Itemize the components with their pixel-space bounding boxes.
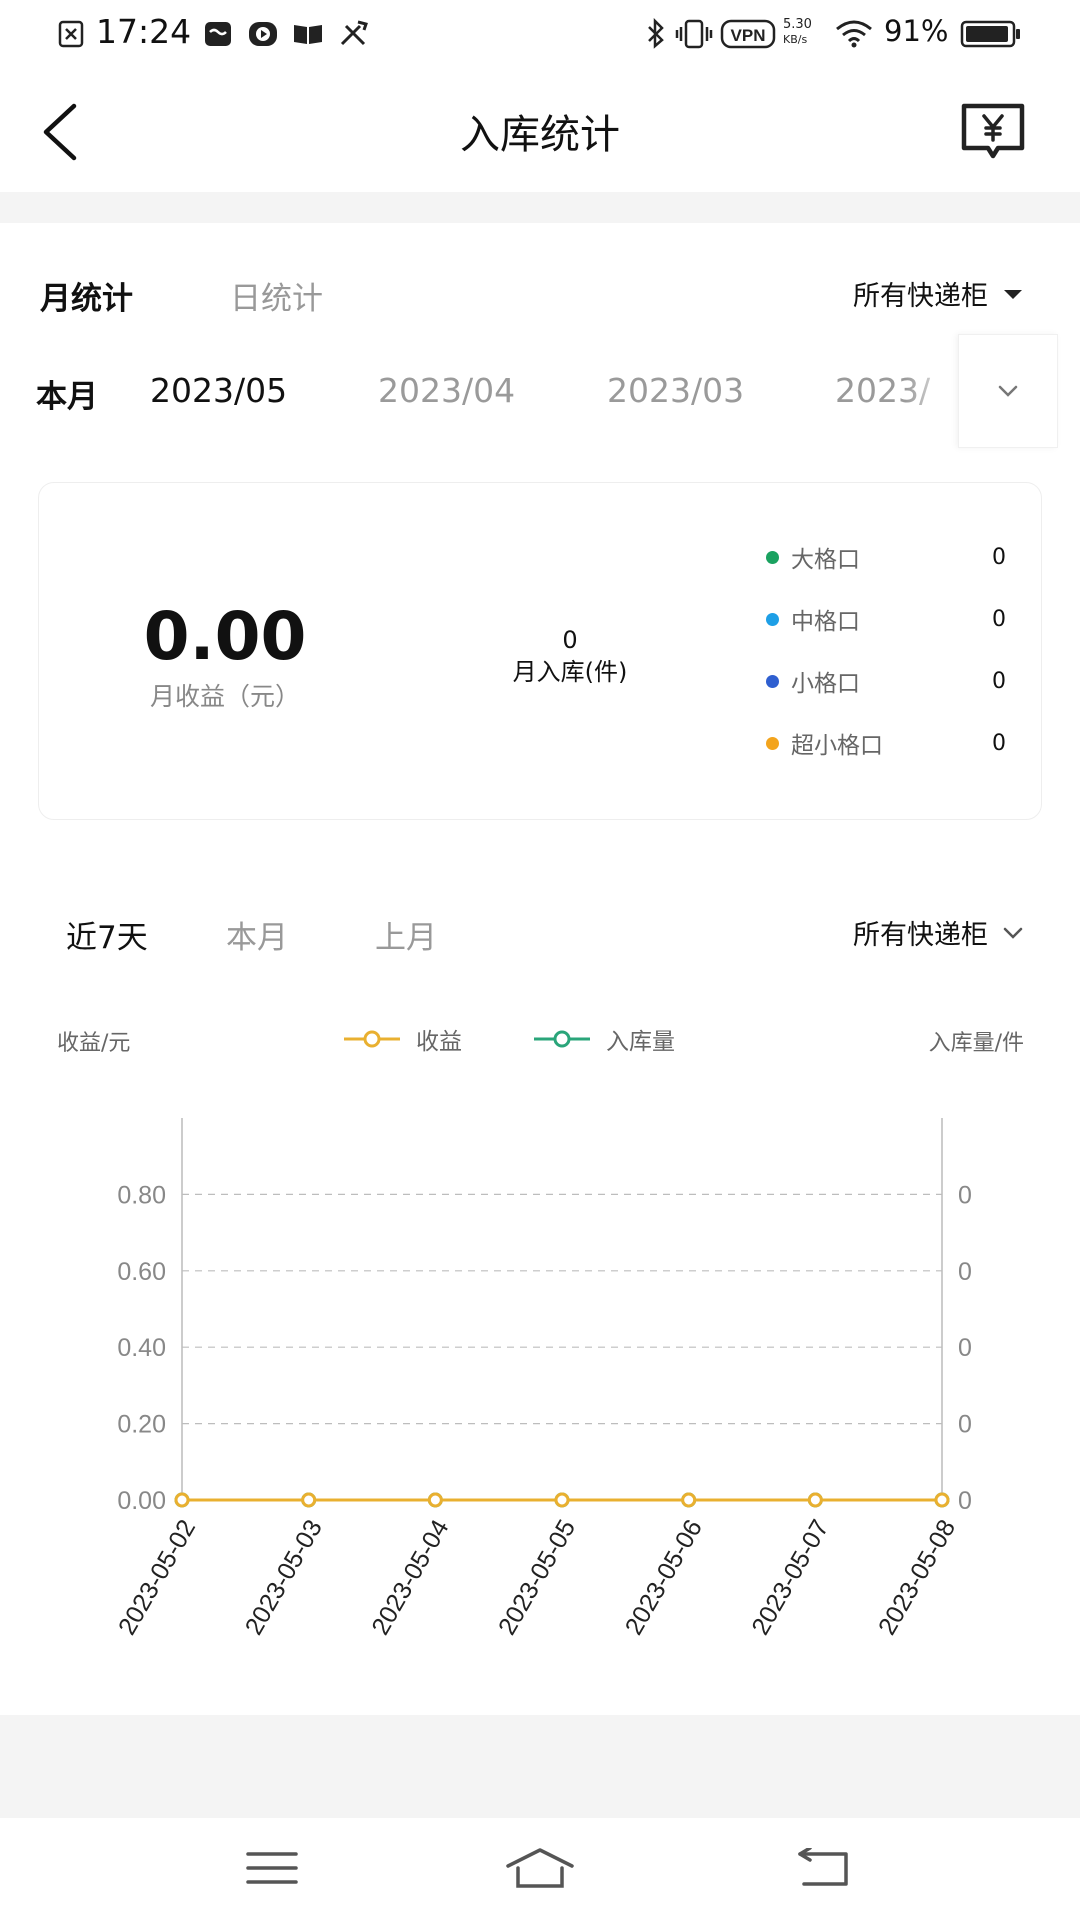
wallet-button[interactable] <box>958 100 1028 164</box>
legend-dot-icon <box>766 550 779 564</box>
right-tick-label: 0 <box>958 1411 972 1439</box>
left-tick-label: 0.80 <box>117 1181 166 1209</box>
left-axis-title: 收益/元 <box>57 1031 131 1056</box>
month-item[interactable]: 2023/04 <box>378 371 515 410</box>
chart-tab-7days[interactable]: 近7天 <box>66 912 148 957</box>
month-item[interactable]: 2023/05 <box>150 371 287 410</box>
slot-name: 中格口 <box>791 609 860 635</box>
right-tick-label: 0 <box>958 1487 972 1515</box>
right-tick-label: 0 <box>958 1258 972 1286</box>
right-axis-title: 入库量/件 <box>928 1031 1024 1056</box>
chart-tab-this-month[interactable]: 本月 <box>226 912 288 957</box>
slot-name: 小格口 <box>791 671 860 697</box>
system-nav-bar <box>0 1818 1080 1920</box>
mask-icon <box>205 22 231 46</box>
network-speed: 5.30 KB/s <box>783 17 812 47</box>
slot-count: 0 <box>992 730 1006 756</box>
monthly-inbound-label: 月入库(件) <box>512 658 628 686</box>
legend-dot-icon <box>766 674 779 688</box>
vpn-icon: VPN <box>720 19 776 49</box>
legend-line-income-icon <box>344 1030 400 1048</box>
bluetooth-icon <box>648 18 664 49</box>
play-icon <box>249 22 277 46</box>
caret-down-icon <box>1004 289 1022 299</box>
slot-name: 大格口 <box>791 547 860 573</box>
month-expand-button[interactable] <box>958 334 1058 448</box>
inbound-chart: 0.00 0 0.20 0 0.40 0 0.60 0 0.80 0 2023-05-02 2023-… <box>113 1118 972 1640</box>
data-point <box>934 1492 950 1508</box>
legend-dot-icon <box>766 612 779 626</box>
bottom-band <box>0 1715 1080 1818</box>
network-speed-value: 5.30 <box>783 17 812 32</box>
slot-count: 0 <box>992 544 1006 570</box>
right-tick-label: 0 <box>958 1334 972 1362</box>
x-tick-label: 2023-05-08 <box>873 1515 961 1640</box>
x-tick-label: 2023-05-05 <box>493 1515 581 1640</box>
x-tick-label: 2023-05-07 <box>746 1515 834 1640</box>
chevron-down-icon <box>998 385 1018 397</box>
tab-monthly[interactable]: 月统计 <box>40 273 133 318</box>
legend-item-inbound: 入库量 <box>532 1022 675 1056</box>
back-icon[interactable] <box>796 1848 852 1888</box>
left-tick-label: 0.60 <box>117 1258 166 1286</box>
month-item[interactable]: 2023/03 <box>607 371 744 410</box>
legend-label-income: 收益 <box>416 1029 462 1055</box>
network-speed-unit: KB/s <box>783 33 808 46</box>
page-title: 入库统计 <box>460 112 620 158</box>
legend-label-inbound: 入库量 <box>606 1029 675 1055</box>
legend-dot-icon <box>766 736 779 750</box>
x-tick-label: 2023-05-04 <box>366 1515 454 1640</box>
wifi-icon <box>836 20 872 48</box>
vibrate-icon <box>675 19 713 49</box>
status-time: 17:24 <box>96 12 192 51</box>
chart-locker-filter-label: 所有快递柜 <box>853 920 988 951</box>
image-close-icon <box>58 20 84 48</box>
left-tick-label: 0.20 <box>117 1411 166 1439</box>
slot-count: 0 <box>992 606 1006 632</box>
data-point <box>807 1492 823 1508</box>
data-point <box>681 1492 697 1508</box>
left-tick-label: 0.00 <box>117 1487 166 1515</box>
right-tick-label: 0 <box>958 1181 972 1209</box>
month-scroll-fade <box>905 350 960 440</box>
monthly-inbound-value: 0 <box>562 626 578 654</box>
header-divider-band <box>0 192 1080 223</box>
menu-icon[interactable] <box>246 1848 298 1888</box>
tools-icon <box>340 20 368 46</box>
x-tick-label: 2023-05-06 <box>620 1515 708 1640</box>
locker-filter-dropdown[interactable]: 所有快递柜 <box>853 274 1024 313</box>
x-tick-label: 2023-05-02 <box>113 1515 201 1640</box>
vpn-label: VPN <box>731 26 766 45</box>
slot-count: 0 <box>992 668 1006 694</box>
battery-percent: 91% <box>884 14 949 48</box>
chart-tab-last-month[interactable]: 上月 <box>375 912 437 957</box>
legend-line-inbound-icon <box>534 1030 590 1048</box>
monthly-income-value: 0.00 <box>143 598 307 675</box>
left-tick-label: 0.40 <box>117 1334 166 1362</box>
wallet-yen-icon <box>961 103 1025 159</box>
x-tick-label: 2023-05-03 <box>240 1515 328 1640</box>
locker-filter-label: 所有快递柜 <box>853 281 988 312</box>
legend-item-income: 收益 <box>342 1022 462 1056</box>
home-icon[interactable] <box>504 1846 576 1890</box>
tab-daily[interactable]: 日统计 <box>230 273 323 318</box>
book-icon <box>294 25 322 44</box>
data-point <box>301 1492 317 1508</box>
slot-name: 超小格口 <box>791 733 883 759</box>
slot-row-medium: 中格口 0 <box>766 602 1006 636</box>
status-bar: 17:24 VPN 5.30 KB/s 91% <box>0 0 1080 70</box>
battery-icon <box>960 20 1020 48</box>
data-point <box>427 1492 443 1508</box>
slot-row-large: 大格口 0 <box>766 540 1006 574</box>
slot-row-small: 小格口 0 <box>766 664 1006 698</box>
chevron-down-icon <box>1003 927 1023 939</box>
month-row-label: 本月 <box>36 379 98 415</box>
data-point <box>174 1492 190 1508</box>
slot-row-extra-small: 超小格口 0 <box>766 726 1006 760</box>
monthly-income-label: 月收益（元） <box>149 682 300 711</box>
chart-locker-filter-dropdown[interactable]: 所有快递柜 <box>853 913 1024 952</box>
data-point <box>554 1492 570 1508</box>
